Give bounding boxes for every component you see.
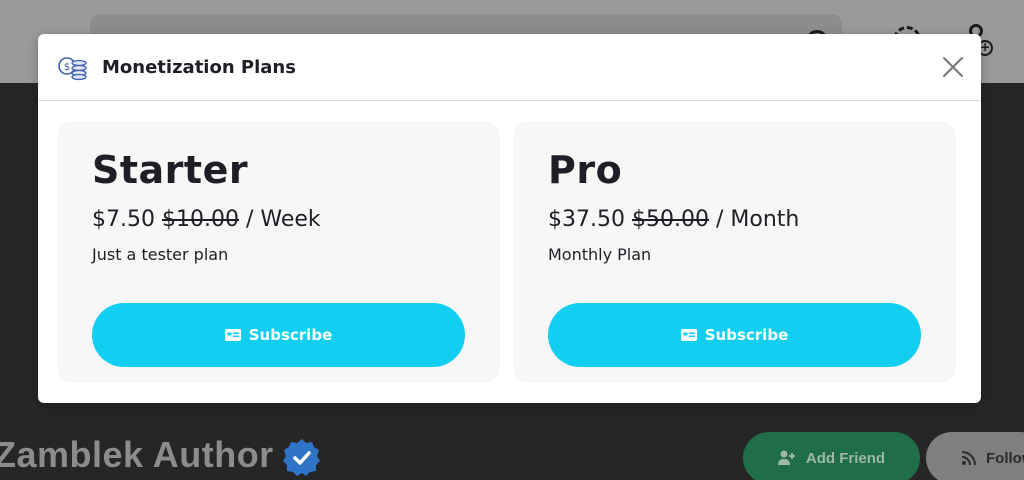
add-friend-label: Add Friend	[805, 449, 886, 467]
follow-button[interactable]: Follow	[926, 432, 1024, 480]
plan-name: Pro	[548, 148, 623, 192]
subscribe-label: Subscribe	[704, 326, 789, 344]
plan-name: Starter	[92, 148, 249, 192]
rss-icon	[962, 451, 976, 465]
subscribe-button-pro[interactable]: Subscribe	[548, 303, 921, 367]
plan-card-starter: Starter $7.50 $10.00 / Week Just a teste…	[57, 121, 500, 383]
plan-price: $7.50 $10.00 / Week	[92, 207, 321, 232]
price-period: / Week	[245, 207, 321, 232]
svg-text:$: $	[64, 62, 70, 73]
monetization-modal: $ Monetization Plans Starter $7.50 $10.0…	[38, 34, 981, 403]
price-period: / Month	[715, 207, 800, 232]
current-price: $37.50	[548, 207, 625, 232]
old-price: $10.00	[161, 207, 239, 232]
follow-label: Follow	[986, 449, 1024, 467]
plan-description: Just a tester plan	[92, 245, 229, 264]
close-icon[interactable]	[942, 56, 964, 78]
current-price: $7.50	[92, 207, 155, 232]
plan-card-pro: Pro $37.50 $50.00 / Month Monthly Plan S…	[513, 121, 956, 383]
old-price: $50.00	[631, 207, 709, 232]
plan-price: $37.50 $50.00 / Month	[548, 207, 799, 232]
add-user-icon	[777, 450, 795, 465]
coins-icon: $	[58, 57, 87, 81]
subscribe-button-starter[interactable]: Subscribe	[92, 303, 465, 367]
plan-description: Monthly Plan	[548, 245, 652, 264]
card-icon	[680, 329, 697, 341]
modal-header: $ Monetization Plans	[38, 34, 981, 101]
verified-icon	[283, 439, 320, 476]
subscribe-label: Subscribe	[248, 326, 333, 344]
author-name: Zamblek Author	[0, 434, 274, 475]
add-friend-button[interactable]: Add Friend	[743, 432, 920, 480]
card-icon	[224, 329, 241, 341]
modal-title: Monetization Plans	[102, 57, 296, 78]
